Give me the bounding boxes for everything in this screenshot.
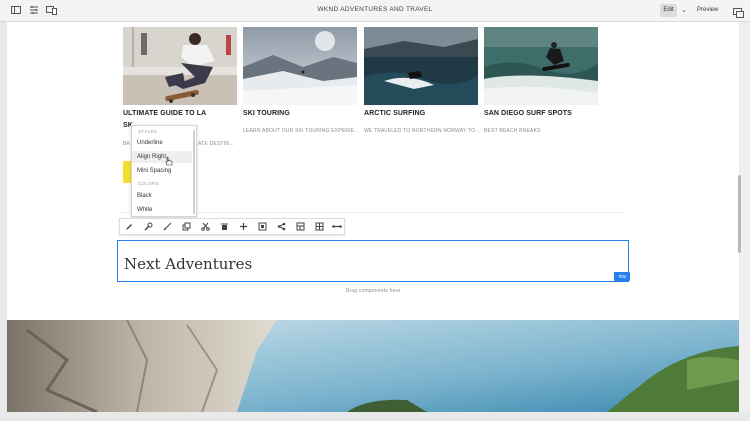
card-title: SAN DIEGO SURF SPOTS <box>484 110 572 117</box>
title-component[interactable]: Next Adventures <box>117 240 629 282</box>
card-description: BR <box>123 141 131 147</box>
colors-heading: COLORS <box>138 181 159 186</box>
preview-button[interactable]: Preview <box>697 4 718 17</box>
group-icon[interactable] <box>257 222 267 232</box>
edit-mode-button[interactable]: Edit <box>660 4 677 17</box>
list-item[interactable]: SAN DIEGO SURF SPOTS BEST BEACH BREAKS <box>484 27 598 134</box>
hand-cursor-icon <box>165 153 173 166</box>
style-option-align-right[interactable]: Align Right <box>132 151 192 163</box>
ski-mountain-image <box>243 27 357 105</box>
component-badge: Title <box>614 272 630 281</box>
page-title: WKND ADVENTURES AND TRAVEL <box>317 6 433 13</box>
pencil-icon[interactable] <box>124 222 134 232</box>
surfer-wave-image <box>484 27 598 105</box>
parent-icon[interactable] <box>276 222 286 232</box>
color-option-white[interactable]: White <box>132 204 192 216</box>
copy-icon[interactable] <box>181 222 191 232</box>
style-system-menu: STYLES Underline Align Right Mini Spacin… <box>131 125 197 217</box>
title-text[interactable]: Next Adventures <box>124 255 252 273</box>
card-description: BEST BEACH BREAKS <box>484 128 541 134</box>
skateboarder-image <box>123 27 237 105</box>
bottom-frame <box>0 412 750 421</box>
arctic-surfing-image <box>364 27 478 105</box>
style-option-underline[interactable]: Underline <box>132 137 192 149</box>
page-canvas: ULTIMATE GUIDE TO LA SK BR ATE DESTIN...… <box>7 22 739 412</box>
list-item[interactable]: ULTIMATE GUIDE TO LA SK BR ATE DESTIN... <box>123 27 237 147</box>
card-title: ARCTIC SURFING <box>364 110 426 117</box>
add-icon[interactable] <box>238 222 248 232</box>
list-item[interactable]: ARCTIC SURFING WE TRAVELED TO NORTHERN N… <box>364 27 480 134</box>
card-description: LEARN ABOUT OUR SKI TOURING EXPERIE... <box>243 128 359 134</box>
style-option-mini-spacing[interactable]: Mini Spacing <box>132 165 192 177</box>
mode-dropdown-chevron-down-icon[interactable]: ⌄ <box>681 4 687 17</box>
card-title: ULTIMATE GUIDE TO LA <box>123 110 207 117</box>
editor-topbar: WKND ADVENTURES AND TRAVEL Edit ⌄ Previe… <box>0 0 750 22</box>
layout-icon[interactable] <box>295 222 305 232</box>
drop-zone-placeholder[interactable]: Drag components here <box>7 288 739 294</box>
card-description: WE TRAVELED TO NORTHERN NORWAY TO... <box>364 128 480 134</box>
hero-cliff-ocean-image <box>7 320 739 412</box>
wrench-icon[interactable] <box>143 222 153 232</box>
annotations-icon[interactable] <box>733 5 745 18</box>
more-icon[interactable] <box>332 222 342 232</box>
list-item[interactable]: SKI TOURING LEARN ABOUT OUR SKI TOURING … <box>243 27 359 134</box>
color-option-black[interactable]: Black <box>132 190 192 202</box>
grid-icon[interactable] <box>314 222 324 232</box>
page-scrollbar-thumb[interactable] <box>738 175 741 253</box>
menu-scrollbar[interactable] <box>193 130 195 214</box>
delete-icon[interactable] <box>219 222 229 232</box>
brush-icon[interactable] <box>162 222 172 232</box>
styles-heading: STYLES <box>138 129 158 134</box>
component-toolbar <box>119 218 345 235</box>
card-description-tail: ATE DESTIN... <box>198 141 234 147</box>
card-title: SKI TOURING <box>243 110 290 117</box>
cut-icon[interactable] <box>200 222 210 232</box>
